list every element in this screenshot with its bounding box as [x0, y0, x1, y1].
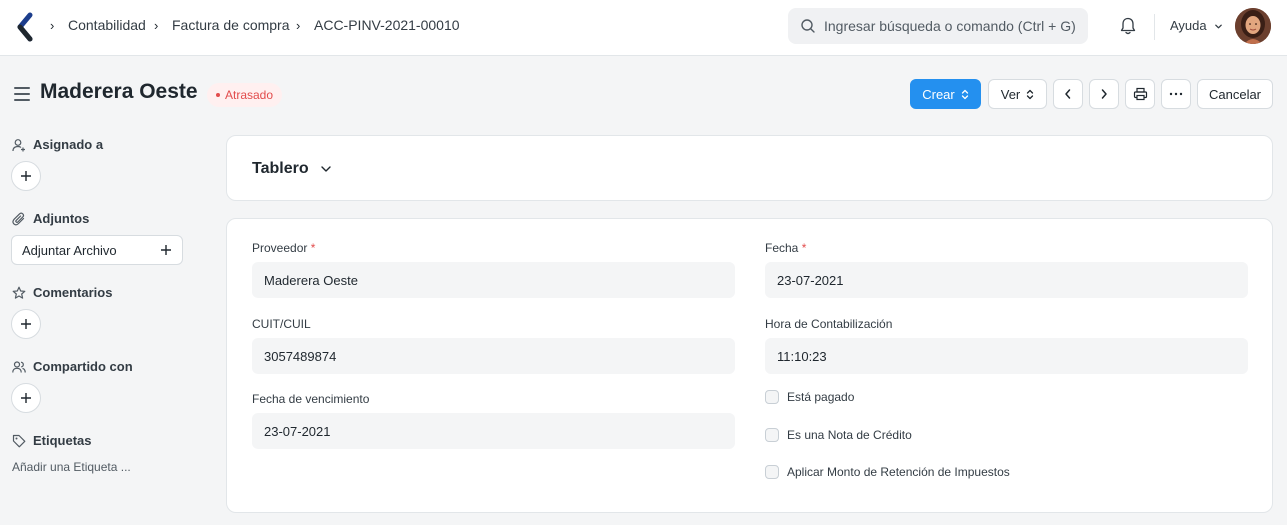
user-avatar-icon: [1235, 8, 1271, 44]
sidebar-toggle-icon[interactable]: [14, 87, 30, 101]
sort-updown-icon: [961, 89, 968, 99]
top-navbar: › Contabilidad › Factura de compra › ACC…: [0, 0, 1287, 56]
user-add-icon: [12, 138, 25, 151]
printer-icon: [1133, 87, 1147, 101]
chevron-down-icon: [320, 166, 331, 172]
tax-withholding-checkbox[interactable]: [765, 465, 779, 479]
add-comment-button[interactable]: [11, 309, 41, 339]
user-avatar[interactable]: [1235, 8, 1271, 44]
credit-note-checkbox[interactable]: [765, 428, 779, 442]
navbar-divider: [1154, 14, 1155, 40]
help-dropdown[interactable]: Ayuda: [1170, 18, 1223, 33]
dashboard-toggle[interactable]: Tablero: [252, 160, 332, 178]
page-title: Maderera Oeste: [40, 80, 198, 103]
dashboard-card: Tablero: [226, 135, 1273, 201]
star-icon: [12, 286, 26, 299]
cancel-button[interactable]: Cancelar: [1197, 79, 1273, 109]
breadcrumb-document[interactable]: ACC-PINV-2021-00010: [314, 17, 460, 33]
tax-withholding-checkbox-row[interactable]: Aplicar Monto de Retención de Impuestos: [765, 465, 1010, 479]
previous-record-button[interactable]: [1053, 79, 1083, 109]
app-logo-icon[interactable]: [14, 12, 36, 42]
sidebar-attachments: Adjuntos: [12, 211, 89, 226]
tax-id-field[interactable]: [252, 338, 735, 374]
notification-bell-icon[interactable]: [1118, 16, 1138, 36]
chevron-down-icon: [1215, 24, 1223, 29]
credit-note-checkbox-row[interactable]: Es una Nota de Crédito: [765, 428, 912, 442]
attach-file-label: Adjuntar Archivo: [22, 242, 117, 258]
search-bar: [788, 8, 1088, 44]
status-dot-icon: [216, 92, 220, 97]
supplier-label: Proveedor *: [252, 241, 315, 255]
posting-time-label: Hora de Contabilización: [765, 317, 893, 331]
add-share-button[interactable]: [11, 383, 41, 413]
is-paid-label: Está pagado: [787, 390, 855, 404]
plus-icon: [21, 393, 31, 403]
assigned-to-label: Asignado a: [33, 137, 104, 152]
date-label: Fecha *: [765, 241, 806, 255]
date-label-text: Fecha: [765, 241, 799, 255]
help-label: Ayuda: [1170, 18, 1207, 33]
plus-icon: [21, 319, 31, 329]
create-button[interactable]: Crear: [910, 79, 981, 109]
sort-updown-icon: [1027, 89, 1034, 99]
attach-file-button[interactable]: Adjuntar Archivo: [11, 235, 183, 265]
plus-icon: [161, 245, 171, 255]
due-date-label: Fecha de vencimiento: [252, 392, 370, 406]
status-badge: Atrasado: [207, 83, 283, 107]
is-paid-checkbox-row[interactable]: Está pagado: [765, 390, 854, 404]
view-button[interactable]: Ver: [988, 79, 1047, 109]
required-indicator: *: [801, 241, 807, 255]
attachments-label: Adjuntos: [33, 211, 90, 226]
shared-with-label: Compartido con: [33, 359, 133, 374]
breadcrumb-accounting[interactable]: Contabilidad: [68, 17, 146, 33]
print-button[interactable]: [1125, 79, 1155, 109]
posting-time-field[interactable]: [765, 338, 1248, 374]
plus-icon: [21, 171, 31, 181]
tax-withholding-label: Aplicar Monto de Retención de Impuestos: [787, 465, 1010, 479]
is-paid-checkbox[interactable]: [765, 390, 779, 404]
date-field[interactable]: [765, 262, 1248, 298]
chevron-left-icon: [1065, 89, 1071, 99]
sidebar-assigned-to: Asignado a: [12, 137, 103, 152]
search-input[interactable]: [824, 8, 1080, 44]
required-indicator: *: [310, 241, 316, 255]
add-tag-link[interactable]: Añadir una Etiqueta ...: [12, 460, 131, 474]
tags-label: Etiquetas: [33, 433, 92, 448]
create-button-label: Crear: [922, 86, 955, 102]
status-text: Atrasado: [225, 88, 274, 102]
sidebar-tags: Etiquetas: [12, 433, 92, 448]
view-button-label: Ver: [1000, 86, 1021, 102]
cancel-button-label: Cancelar: [1208, 86, 1262, 102]
paperclip-icon: [12, 212, 25, 225]
sidebar-comments: Comentarios: [12, 285, 112, 300]
more-horizontal-icon: [1169, 92, 1183, 96]
tax-id-label: CUIT/CUIL: [252, 317, 311, 331]
comments-label: Comentarios: [33, 285, 113, 300]
supplier-label-text: Proveedor: [252, 241, 308, 255]
breadcrumb-separator-icon: ›: [296, 18, 301, 33]
breadcrumb-separator-icon: ›: [50, 18, 55, 33]
tag-icon: [12, 434, 26, 447]
next-record-button[interactable]: [1089, 79, 1119, 109]
users-icon: [12, 360, 26, 373]
search-icon: [801, 19, 815, 33]
more-actions-button[interactable]: [1161, 79, 1191, 109]
sidebar-shared-with: Compartido con: [12, 359, 133, 374]
breadcrumb-separator-icon: ›: [154, 18, 159, 33]
form-card: Proveedor * CUIT/CUIL Fecha de vencimien…: [226, 218, 1273, 513]
dashboard-title: Tablero: [252, 160, 309, 177]
add-assignment-button[interactable]: [11, 161, 41, 191]
supplier-field[interactable]: [252, 262, 735, 298]
chevron-right-icon: [1101, 89, 1107, 99]
due-date-field[interactable]: [252, 413, 735, 449]
credit-note-label: Es una Nota de Crédito: [787, 428, 912, 442]
breadcrumb-purchase-invoice[interactable]: Factura de compra: [172, 17, 290, 33]
